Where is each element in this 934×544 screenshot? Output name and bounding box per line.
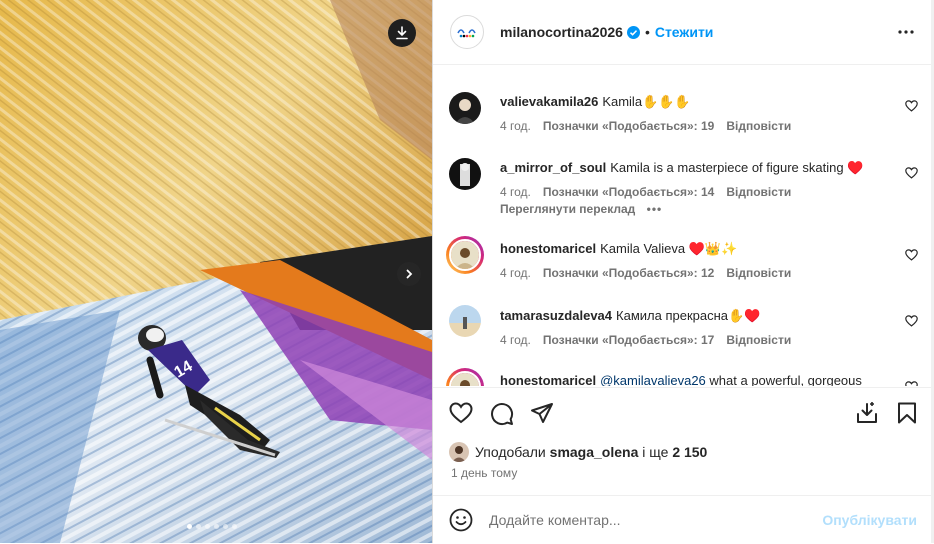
comment-options-icon[interactable]: ••• (647, 202, 663, 216)
liker-username[interactable]: smaga_olena (550, 444, 639, 460)
follow-button[interactable]: Стежити (655, 24, 714, 40)
comment-bubble-icon (491, 403, 514, 426)
more-options-button[interactable] (897, 22, 915, 47)
reply-button[interactable]: Відповісти (726, 119, 791, 133)
see-translation-button[interactable]: Переглянути переклад (500, 202, 635, 216)
reply-button[interactable]: Відповісти (726, 185, 791, 199)
comment-like-button[interactable] (905, 166, 918, 184)
comment-text: Kamila is a masterpiece of figure skatin… (610, 160, 864, 175)
comment-likes[interactable]: Позначки «Подобається»: 17 (543, 333, 714, 347)
carousel-dot (196, 524, 201, 529)
more-dots-icon (898, 30, 914, 34)
smiley-icon (449, 508, 473, 532)
reply-button[interactable]: Відповісти (726, 333, 791, 347)
olympic-logo-icon (457, 29, 476, 38)
post-media: 14 (0, 0, 432, 543)
comment-text: Камила прекрасна✋♥️ (616, 308, 761, 323)
comment-input[interactable] (487, 511, 811, 529)
comment-like-button[interactable] (905, 248, 918, 266)
reply-button[interactable]: Відповісти (726, 266, 791, 280)
commenter-username[interactable]: valievakamila26 (500, 94, 598, 109)
comments-list[interactable]: ‧ ‧ ‧ ‧ ‧ ‧ ‧ ‧ ‧ ‧ ‧ ‧ ‧ ‧ valievakamil… (433, 65, 933, 386)
download-button[interactable] (388, 19, 416, 47)
comment-time[interactable]: 4 год. (500, 119, 531, 133)
comment-time[interactable]: 4 год. (500, 185, 531, 199)
commenter-avatar[interactable] (449, 305, 481, 337)
comment-likes[interactable]: Позначки «Подобається»: 14 (543, 185, 714, 199)
carousel-dot (205, 524, 210, 529)
comment-composer: Опублікувати (433, 495, 933, 544)
commenter-avatar[interactable] (446, 368, 484, 386)
chevron-right-icon (406, 269, 413, 279)
comment-time[interactable]: 4 год. (500, 266, 531, 280)
comment-like-button[interactable] (905, 99, 918, 117)
heart-icon (905, 315, 918, 327)
account-avatar[interactable] (450, 15, 484, 49)
likes-middle: і ще (638, 444, 673, 460)
comment-likes[interactable]: Позначки «Подобається»: 19 (543, 119, 714, 133)
clipped-previous-comment: ‧ ‧ ‧ ‧ ‧ ‧ ‧ ‧ ‧ ‧ ‧ ‧ ‧ ‧ (499, 65, 631, 71)
heart-icon (905, 381, 918, 386)
carousel-dot (223, 524, 228, 529)
carousel-dot (232, 524, 237, 529)
commenter-avatar[interactable] (449, 92, 481, 124)
heart-icon (905, 100, 918, 112)
comment-text: Kamila Valieva ♥️👑✨ (600, 241, 738, 256)
carousel-indicator (187, 524, 237, 529)
comment-like-button[interactable] (905, 380, 918, 386)
commenter-avatar[interactable] (446, 236, 484, 274)
bookmark-icon (898, 402, 916, 424)
likes-prefix: Уподобали (475, 444, 550, 460)
carousel-dot (214, 524, 219, 529)
commenter-username[interactable]: a_mirror_of_soul (500, 160, 606, 175)
bookmark-button[interactable] (897, 402, 917, 429)
comment-time[interactable]: 4 год. (500, 333, 531, 347)
comment-text: Kamila✋✋✋ (602, 94, 691, 109)
comment-likes[interactable]: Позначки «Подобається»: 12 (543, 266, 714, 280)
post-details-panel: milanocortina2026 • Стежити ‧ ‧ ‧ ‧ ‧ ‧ … (432, 0, 933, 543)
share-button[interactable] (530, 402, 554, 429)
verified-badge-icon (626, 25, 640, 39)
download-icon (396, 26, 408, 40)
like-button[interactable] (449, 402, 473, 429)
emoji-button[interactable] (449, 508, 473, 532)
paper-plane-icon (531, 403, 553, 423)
post-actions-bar (433, 387, 933, 438)
header-separator: • (644, 24, 650, 40)
commenter-username[interactable]: tamarasuzdaleva4 (500, 308, 612, 323)
comment-like-button[interactable] (905, 314, 918, 332)
account-username[interactable]: milanocortina2026 (500, 24, 623, 40)
comment-mention[interactable]: @kamilavalieva26 (600, 373, 706, 386)
post-comment-button[interactable]: Опублікувати (822, 512, 917, 528)
luge-photo: 14 (0, 0, 432, 543)
liker-avatar[interactable] (449, 442, 469, 462)
post-header: milanocortina2026 • Стежити (433, 0, 933, 65)
heart-icon (905, 167, 918, 179)
download-post-button[interactable] (856, 402, 878, 429)
comment-button[interactable] (490, 402, 514, 431)
posted-time[interactable]: 1 день тому (451, 466, 517, 480)
heart-icon (449, 402, 473, 424)
carousel-dot (187, 524, 192, 529)
comment-text: what a powerful, gorgeous (705, 373, 862, 386)
carousel-next-button[interactable] (397, 262, 421, 286)
commenter-username[interactable]: honestomaricel (500, 241, 596, 256)
commenter-avatar[interactable] (449, 158, 481, 190)
commenter-username[interactable]: honestomaricel (500, 373, 596, 386)
likes-summary: Уподобали smaga_olena і ще 2 150 (449, 442, 707, 462)
save-download-icon (857, 402, 877, 423)
likes-count[interactable]: 2 150 (672, 444, 707, 460)
heart-icon (905, 249, 918, 261)
